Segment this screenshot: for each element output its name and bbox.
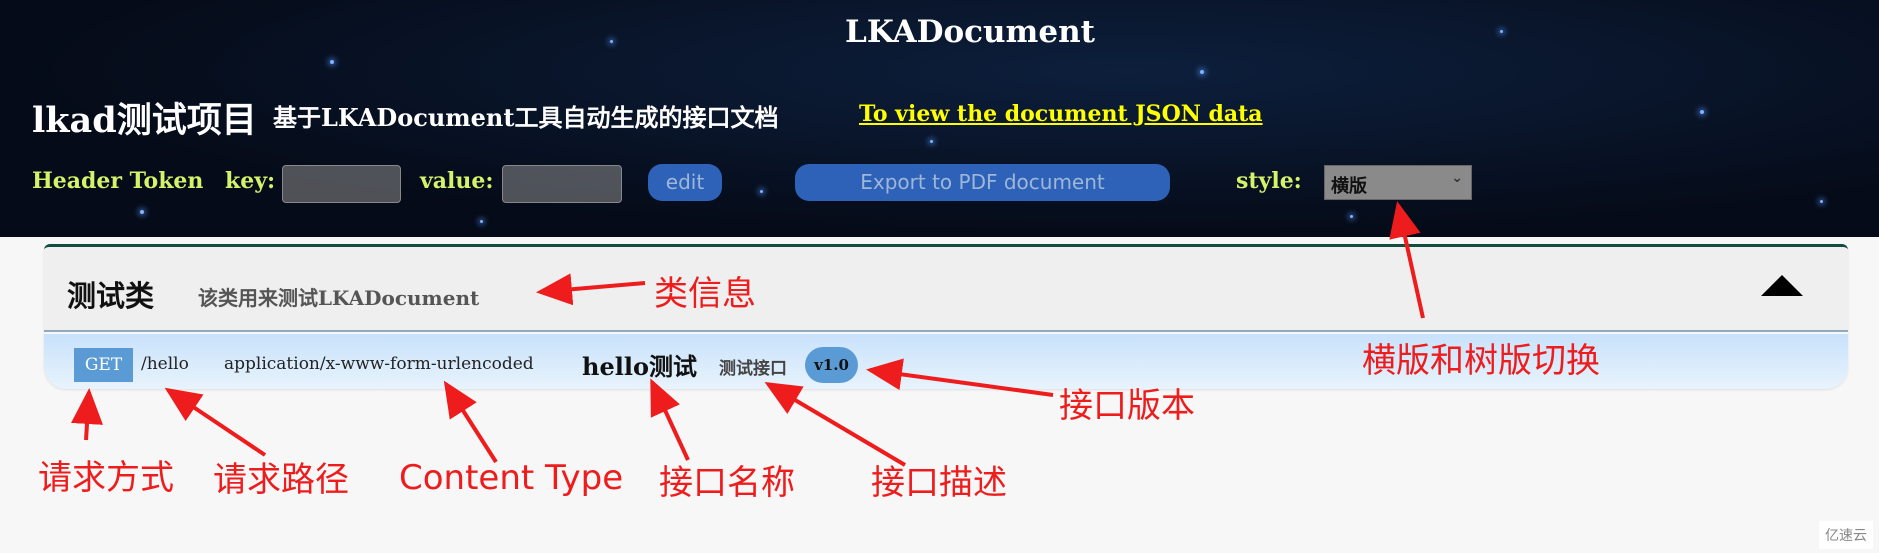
watermark: 亿速云	[1819, 521, 1873, 549]
arrow-api-desc	[764, 381, 907, 467]
arrow-api-name	[650, 378, 690, 461]
arrow-path	[164, 387, 267, 457]
annotation-api-name: 接口名称	[659, 463, 795, 503]
annotation-class-info: 类信息	[654, 274, 756, 314]
annotation-method: 请求方式	[38, 458, 174, 498]
annotation-content-type: Content Type	[399, 458, 624, 498]
annotation-path: 请求路径	[213, 460, 349, 500]
annotation-style-switch: 横版和树版切换	[1362, 341, 1600, 381]
arrow-content-type	[443, 380, 498, 464]
arrow-method	[71, 388, 103, 441]
annotation-api-desc: 接口描述	[871, 463, 1007, 503]
annotation-api-version: 接口版本	[1059, 386, 1195, 426]
arrow-class-info	[536, 273, 646, 306]
arrow-style-switch	[1389, 201, 1425, 319]
arrow-version	[866, 358, 1054, 397]
